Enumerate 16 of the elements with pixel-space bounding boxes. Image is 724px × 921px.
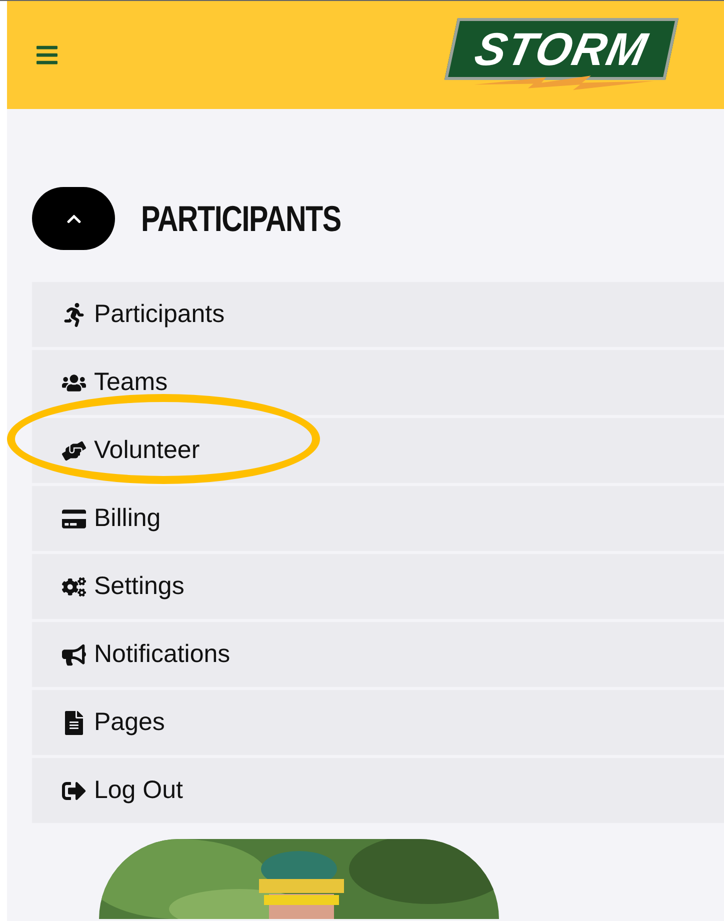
megaphone-icon (62, 642, 86, 666)
menu-item[interactable]: Participants (32, 282, 724, 347)
document-icon (62, 710, 86, 734)
gears-icon (62, 574, 86, 598)
menu-item[interactable]: Pages (32, 690, 724, 755)
menu-icon[interactable] (35, 43, 59, 67)
menu-item[interactable]: Settings (32, 554, 724, 619)
credit-card-icon (62, 506, 86, 530)
running-person-icon (62, 302, 86, 326)
section-title: PARTICIPANTS (141, 196, 341, 240)
menu-item[interactable]: Volunteer (32, 418, 724, 483)
menu-item[interactable]: Notifications (32, 622, 724, 687)
menu-item[interactable]: Billing (32, 486, 724, 551)
menu-item[interactable]: Log Out (32, 758, 724, 823)
helping-hands-icon (62, 438, 86, 462)
menu-item[interactable]: Teams (32, 350, 724, 415)
